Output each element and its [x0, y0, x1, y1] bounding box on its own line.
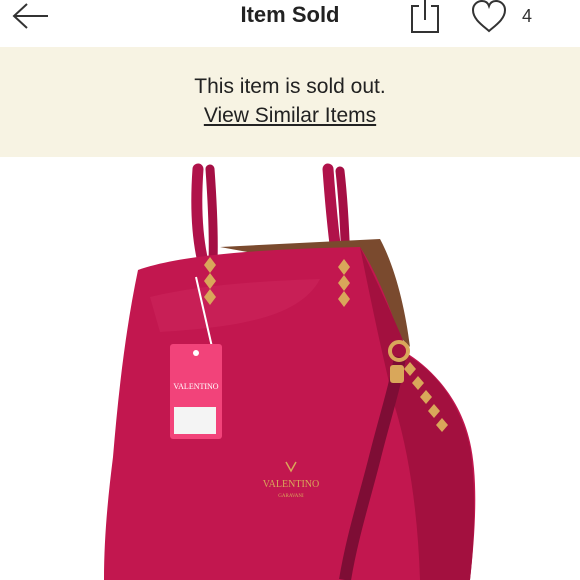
svg-text:GARAVANI: GARAVANI — [278, 494, 304, 499]
back-button[interactable] — [10, 1, 54, 31]
sold-out-banner: This item is sold out. View Similar Item… — [0, 47, 580, 157]
tag-sticker — [174, 407, 216, 434]
svg-text:VALENTINO: VALENTINO — [263, 479, 319, 490]
sold-out-message: This item is sold out. — [194, 75, 386, 98]
strap-clasp — [390, 365, 404, 383]
studs-left — [204, 257, 216, 305]
share-button[interactable] — [409, 0, 441, 34]
like-count: 4 — [522, 6, 533, 26]
tag-hole — [193, 350, 199, 356]
heart-icon — [471, 0, 507, 33]
like-button[interactable] — [470, 0, 508, 34]
top-bar: Item Sold 4 — [0, 0, 580, 36]
product-image: VALENTINO VALENTINO GARAVANI — [0, 157, 580, 580]
tag-logo: VALENTINO — [173, 382, 218, 391]
view-similar-link[interactable]: View Similar Items — [0, 103, 580, 129]
bag-strap-left — [191, 163, 209, 268]
studs-right — [338, 259, 350, 307]
arrow-left-icon — [12, 3, 48, 29]
share-icon — [411, 0, 439, 33]
bag-strap-left-inner — [205, 164, 218, 267]
tote-bag-illustration: VALENTINO VALENTINO GARAVANI — [104, 163, 476, 580]
item-page: Item Sold 4 This item is sold out. View … — [0, 0, 580, 580]
